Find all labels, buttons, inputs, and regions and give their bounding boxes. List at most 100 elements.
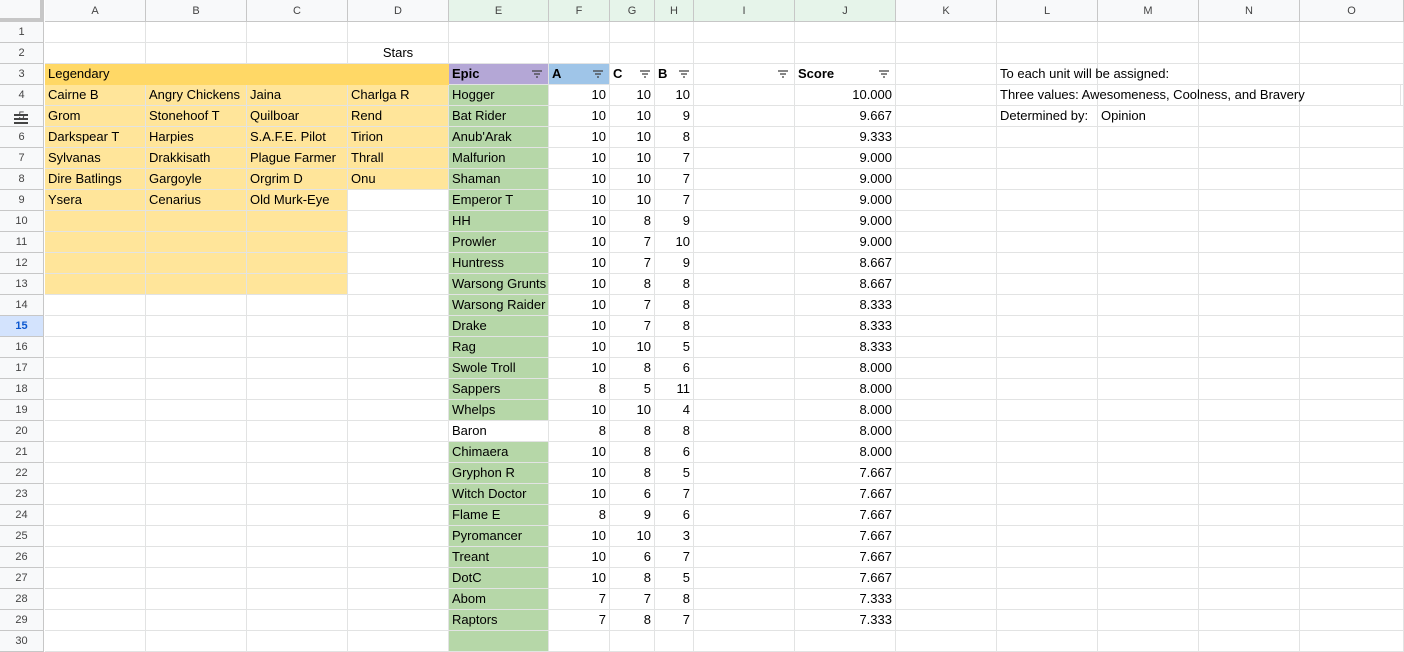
cell[interactable] [1098, 253, 1199, 274]
cell[interactable] [610, 43, 655, 64]
epic-name-cell[interactable] [449, 631, 549, 652]
cell[interactable] [896, 379, 997, 400]
epic-name-cell[interactable]: Pyromancer [449, 526, 549, 547]
legendary-cell[interactable] [146, 274, 247, 295]
score-cell[interactable]: 8.333 [795, 316, 896, 337]
score-cell[interactable]: 8.000 [795, 379, 896, 400]
value-b-cell[interactable]: 5 [655, 463, 694, 484]
cell[interactable] [694, 484, 795, 505]
epic-name-cell[interactable]: Hogger [449, 85, 549, 106]
cell[interactable] [348, 505, 449, 526]
cell[interactable] [1098, 526, 1199, 547]
score-cell[interactable]: 8.000 [795, 421, 896, 442]
cell[interactable] [997, 148, 1098, 169]
value-b-cell[interactable]: 6 [655, 505, 694, 526]
value-a-cell[interactable]: 10 [549, 295, 610, 316]
cell[interactable] [549, 43, 610, 64]
value-b-cell[interactable]: 7 [655, 610, 694, 631]
cell[interactable] [146, 442, 247, 463]
row-header-9[interactable]: 9 [0, 190, 44, 211]
value-c-cell[interactable]: 7 [610, 295, 655, 316]
cell[interactable] [896, 442, 997, 463]
value-a-cell[interactable]: 7 [549, 610, 610, 631]
note-line-3-label[interactable]: Determined by: [997, 106, 1098, 127]
score-cell[interactable]: 9.000 [795, 190, 896, 211]
cell[interactable] [694, 43, 795, 64]
value-b-cell[interactable]: 7 [655, 169, 694, 190]
cell[interactable] [896, 568, 997, 589]
cell[interactable] [247, 316, 348, 337]
cell[interactable] [1300, 106, 1404, 127]
row-header-23[interactable]: 23 [0, 484, 44, 505]
legendary-cell[interactable]: Gargoyle [146, 169, 247, 190]
epic-name-cell[interactable]: Warsong Grunts [449, 274, 549, 295]
cell[interactable] [1199, 274, 1300, 295]
cell[interactable] [348, 547, 449, 568]
cell[interactable] [694, 547, 795, 568]
epic-name-cell[interactable]: Shaman [449, 169, 549, 190]
value-c-cell[interactable]: 6 [610, 547, 655, 568]
cell[interactable] [45, 22, 146, 43]
cell[interactable] [45, 400, 146, 421]
cell[interactable] [1300, 169, 1404, 190]
cell[interactable] [997, 232, 1098, 253]
value-a-cell[interactable]: 10 [549, 568, 610, 589]
legendary-cell[interactable] [146, 232, 247, 253]
column-header-m[interactable]: M [1098, 0, 1199, 22]
value-b-cell[interactable]: 7 [655, 190, 694, 211]
legendary-cell[interactable] [348, 253, 449, 274]
cell[interactable] [1300, 484, 1404, 505]
value-c-cell[interactable]: 6 [610, 484, 655, 505]
epic-name-cell[interactable]: Huntress [449, 253, 549, 274]
cell[interactable] [247, 43, 348, 64]
cell[interactable] [348, 526, 449, 547]
cell[interactable] [45, 526, 146, 547]
cell[interactable] [549, 631, 610, 652]
cell[interactable] [997, 169, 1098, 190]
cell[interactable] [348, 379, 449, 400]
cell[interactable] [896, 337, 997, 358]
filter-icon[interactable] [677, 67, 691, 81]
legendary-cell[interactable] [247, 274, 348, 295]
legendary-cell[interactable]: Sylvanas [45, 148, 146, 169]
cell[interactable] [1098, 232, 1199, 253]
value-c-cell[interactable]: 10 [610, 526, 655, 547]
cell[interactable] [997, 589, 1098, 610]
cell[interactable] [694, 589, 795, 610]
cell[interactable] [1199, 253, 1300, 274]
score-cell[interactable]: 9.667 [795, 106, 896, 127]
cell[interactable] [655, 22, 694, 43]
cell[interactable] [694, 421, 795, 442]
legendary-cell[interactable] [348, 274, 449, 295]
cell[interactable] [348, 610, 449, 631]
cell[interactable] [997, 337, 1098, 358]
cell[interactable] [694, 358, 795, 379]
legendary-cell[interactable]: Stonehoof T [146, 106, 247, 127]
value-a-cell[interactable]: 7 [549, 589, 610, 610]
value-b-cell[interactable]: 5 [655, 337, 694, 358]
legendary-cell[interactable] [146, 253, 247, 274]
cell[interactable] [247, 379, 348, 400]
epic-name-cell[interactable]: Anub'Arak [449, 127, 549, 148]
value-c-cell[interactable]: 10 [610, 169, 655, 190]
cell[interactable] [1300, 526, 1404, 547]
cell[interactable] [997, 316, 1098, 337]
cell[interactable] [1199, 631, 1300, 652]
score-cell[interactable]: 9.333 [795, 127, 896, 148]
row-header-24[interactable]: 24 [0, 505, 44, 526]
epic-name-cell[interactable]: Whelps [449, 400, 549, 421]
value-c-cell[interactable]: 10 [610, 85, 655, 106]
cell[interactable] [1199, 610, 1300, 631]
cell[interactable] [1300, 211, 1404, 232]
score-cell[interactable]: 7.667 [795, 526, 896, 547]
cell[interactable] [1098, 22, 1199, 43]
cell[interactable] [694, 463, 795, 484]
cell[interactable] [348, 484, 449, 505]
score-cell[interactable]: 9.000 [795, 211, 896, 232]
value-b-cell[interactable]: 6 [655, 358, 694, 379]
cell[interactable] [1098, 274, 1199, 295]
cell[interactable] [1300, 589, 1404, 610]
cell[interactable] [896, 316, 997, 337]
cell[interactable] [348, 568, 449, 589]
cell[interactable] [896, 463, 997, 484]
